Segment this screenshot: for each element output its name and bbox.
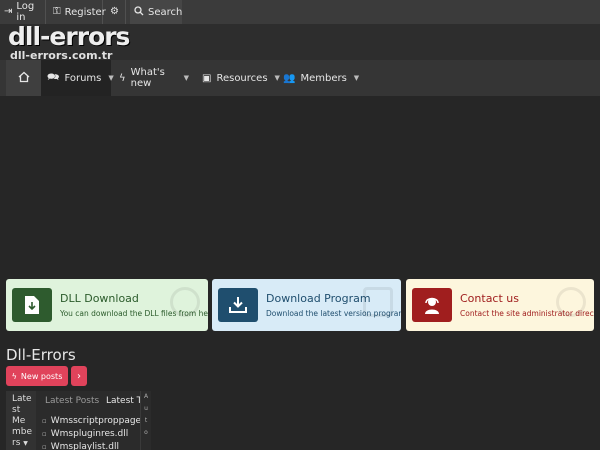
chevron-right-icon: › xyxy=(77,370,81,382)
nav-resources[interactable]: ▣ Resources ▼ xyxy=(196,60,280,96)
members-line: Me xyxy=(12,416,26,426)
chevron-down-icon[interactable]: ▼ xyxy=(184,74,189,82)
settings-button[interactable]: ⚙ xyxy=(104,0,126,24)
members-line: rs ▼ xyxy=(12,438,36,449)
chevron-down-icon[interactable]: ▼ xyxy=(354,74,359,82)
side-letter: A xyxy=(143,393,149,400)
nav-resources-label: Resources xyxy=(216,72,268,84)
box-icon: ▣ xyxy=(202,72,212,84)
tab-latest-posts[interactable]: Latest Posts xyxy=(45,396,99,406)
search-icon xyxy=(134,5,144,19)
list-item[interactable]: ▫ Wmsplaylist.dll xyxy=(42,440,140,450)
file-name: Wmsplaylist.dll xyxy=(50,441,119,450)
members-line: mbe xyxy=(12,427,33,437)
list-item[interactable]: ▫ Wmsscriptproppage xyxy=(42,414,140,427)
side-letter: t xyxy=(144,417,148,424)
members-line-last: rs xyxy=(12,438,21,448)
nav-forums-label: Forums xyxy=(64,72,102,84)
more-button[interactable]: › xyxy=(71,366,87,386)
register-label: Register xyxy=(64,6,106,18)
side-letter: u xyxy=(144,405,148,412)
site-logo[interactable]: dll-errors xyxy=(8,24,130,50)
nav-members[interactable]: 👥 Members ▼ xyxy=(277,60,359,96)
download-program-card[interactable]: Download Program Download the latest ver… xyxy=(212,279,401,331)
contact-us-card[interactable]: Contact us Contact the site administrato… xyxy=(406,279,594,331)
comments-icon: 🗪 xyxy=(47,71,60,83)
file-icon: ▫ xyxy=(42,416,47,425)
chevron-down-icon: ▼ xyxy=(23,440,28,447)
register-button[interactable]: ⚿ Register xyxy=(49,0,106,24)
key-icon: ⚿ xyxy=(53,6,61,17)
support-agent-icon xyxy=(412,288,452,322)
new-posts-button[interactable]: ϟ New posts xyxy=(6,366,68,386)
bolt-icon: ϟ xyxy=(119,72,126,84)
smiley-watermark-icon xyxy=(363,287,393,317)
new-posts-label: New posts xyxy=(20,371,63,381)
download-tray-icon xyxy=(218,288,258,322)
file-icon: ▫ xyxy=(42,429,47,438)
side-letter: o xyxy=(144,429,148,436)
page-title: Dll-Errors xyxy=(6,346,76,364)
members-line: Late xyxy=(12,394,32,404)
login-icon: ⇥ xyxy=(4,6,13,17)
nav-members-label: Members xyxy=(300,72,347,84)
users-icon: 👥 xyxy=(283,72,296,84)
tab-latest-threads[interactable]: Latest T xyxy=(106,396,142,406)
nav-whats-new-label: What's new xyxy=(130,67,165,89)
dll-download-card[interactable]: DLL Download You can download the DLL fi… xyxy=(6,279,208,331)
headset-watermark-icon xyxy=(556,287,586,317)
file-name: Wmsscriptproppage xyxy=(50,415,140,426)
members-line: st xyxy=(12,405,21,415)
home-icon xyxy=(18,71,30,86)
latest-members-tab[interactable]: Late st Me mbe rs ▼ xyxy=(6,391,36,450)
question-watermark-icon xyxy=(170,287,200,317)
card-title: DLL Download xyxy=(60,292,139,305)
nav-forums[interactable]: 🗪 Forums ▼ xyxy=(41,60,114,96)
gear-icon: ⚙ xyxy=(110,6,119,17)
nav-whats-new[interactable]: ϟ What's new ▼ xyxy=(113,60,195,96)
search-label: Search xyxy=(148,6,183,18)
widget-side-column: A u t o xyxy=(140,391,151,450)
file-icon: ▫ xyxy=(42,442,47,450)
main-nav: 🗪 Forums ▼ ϟ What's new ▼ ▣ Resources ▼ … xyxy=(0,60,600,96)
login-label: Log in xyxy=(16,1,35,23)
file-list: ▫ Wmsscriptproppage ▫ Wmspluginres.dll ▫ Wm… xyxy=(42,414,140,450)
card-title: Download Program xyxy=(266,292,371,305)
file-name: Wmspluginres.dll xyxy=(50,428,129,439)
top-bar: ⇥ Log in ⚿ Register ⚙ Search xyxy=(0,0,600,24)
login-button[interactable]: ⇥ Log in xyxy=(0,0,46,24)
file-download-icon xyxy=(12,288,52,322)
bolt-icon: ϟ xyxy=(11,371,17,381)
list-item[interactable]: ▫ Wmspluginres.dll xyxy=(42,427,140,440)
card-title: Contact us xyxy=(460,292,519,305)
search-button[interactable]: Search xyxy=(130,0,182,24)
nav-home[interactable] xyxy=(6,60,41,96)
